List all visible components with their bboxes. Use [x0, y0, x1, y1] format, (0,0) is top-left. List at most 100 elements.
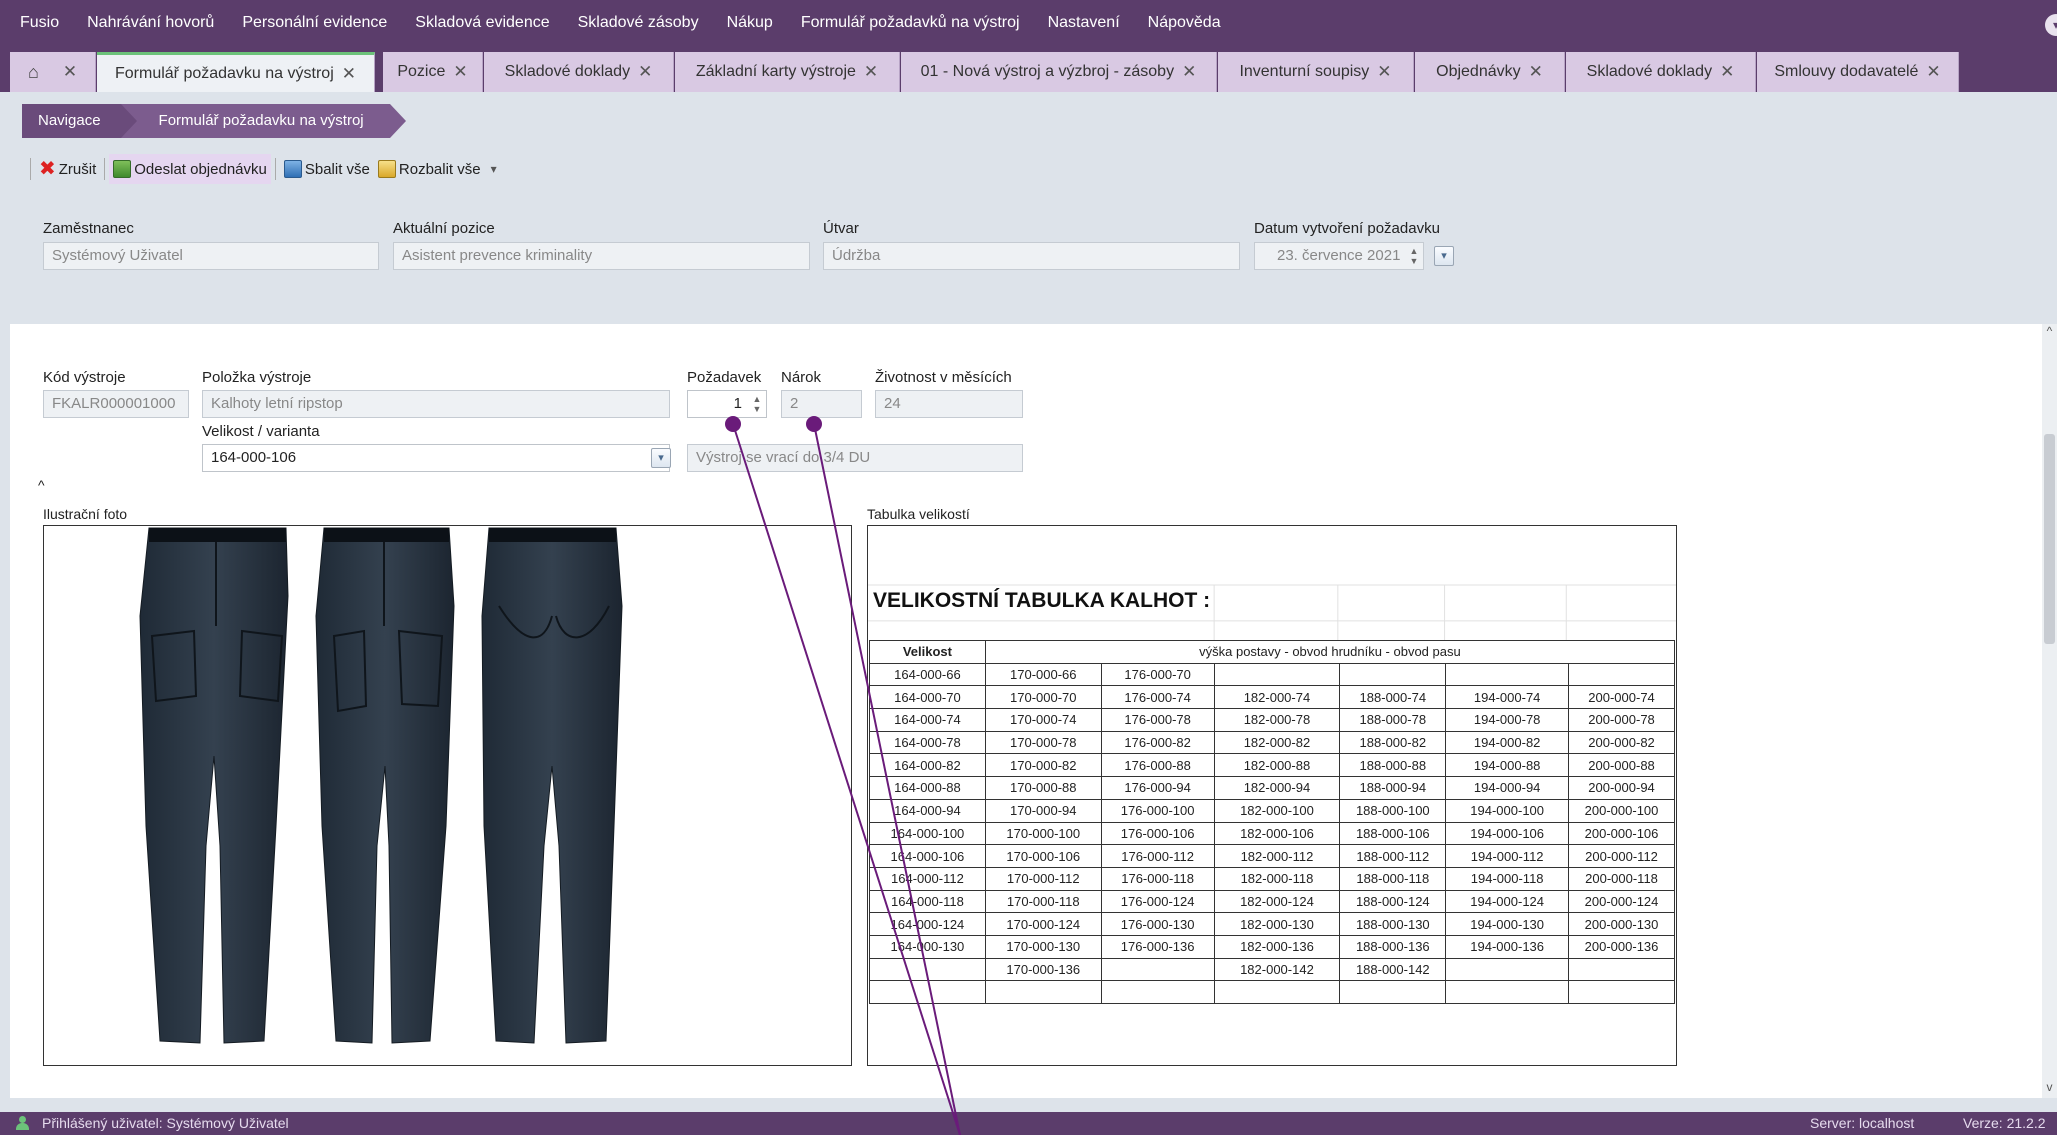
- menu-warehouse-records[interactable]: Skladová evidence: [401, 0, 563, 46]
- request-spinner-icon[interactable]: ▲ ▼: [750, 394, 764, 414]
- table-row: 164-000-100 170-000-100 176-000-106 182-000…: [869, 821, 1675, 846]
- date-field[interactable]: 23. července 2021 ▲ ▼: [1254, 242, 1424, 270]
- request-label: Požadavek: [687, 369, 762, 386]
- tab-stock-documents-2[interactable]: Skladové doklady ✕: [1566, 52, 1756, 92]
- table-cell: 164-000-124: [869, 912, 986, 936]
- vertical-scrollbar[interactable]: ^ v: [2042, 324, 2057, 1098]
- menu-equipment-requests[interactable]: Formulář požadavků na výstroj: [787, 0, 1034, 46]
- table-cell: 176-000-100: [1100, 798, 1215, 823]
- table-cell: 170-000-136: [984, 957, 1102, 982]
- table-row: 164-000-94 170-000-94 176-000-100 182-000-1…: [869, 798, 1675, 823]
- employee-label: Zaměstnanec: [43, 220, 134, 237]
- menu-warehouse-stock[interactable]: Skladové zásoby: [564, 0, 713, 46]
- table-cell: 164-000-78: [869, 730, 986, 755]
- table-cell: 164-000-94: [869, 798, 986, 823]
- table-cell: 182-000-124: [1213, 889, 1341, 914]
- menu-help[interactable]: Nápověda: [1134, 0, 1235, 46]
- variant-select[interactable]: 164-000-106: [202, 444, 670, 472]
- close-icon[interactable]: ✕: [1529, 62, 1543, 82]
- tab-stock-documents[interactable]: Skladové doklady ✕: [484, 52, 674, 92]
- close-icon[interactable]: ✕: [1182, 62, 1196, 82]
- collapse-all-button[interactable]: Sbalit vše: [280, 154, 374, 184]
- close-icon[interactable]: ✕: [1926, 62, 1940, 82]
- table-cell: 194-000-94: [1445, 776, 1570, 800]
- scroll-down-icon[interactable]: v: [2042, 1080, 2057, 1098]
- table-cell: 200-000-136: [1568, 934, 1675, 959]
- tab-label: Formulář požadavku na výstroj: [114, 64, 334, 82]
- position-label: Aktuální pozice: [393, 220, 495, 237]
- table-cell: [1568, 980, 1675, 1004]
- expand-all-button[interactable]: Rozbalit vše: [374, 154, 485, 184]
- menu-personnel[interactable]: Personální evidence: [228, 0, 401, 46]
- close-icon[interactable]: ✕: [1720, 62, 1734, 82]
- size-column-header: Velikost: [869, 640, 986, 664]
- collapse-all-label: Sbalit vše: [304, 160, 370, 178]
- close-icon[interactable]: ✕: [864, 62, 878, 82]
- send-order-button[interactable]: Odeslat objednávku: [109, 154, 271, 184]
- close-icon[interactable]: ✕: [63, 62, 77, 82]
- close-icon[interactable]: ✕: [342, 64, 356, 84]
- toolbar-overflow-icon[interactable]: ▾: [491, 162, 497, 176]
- table-cell: 164-000-100: [869, 821, 986, 846]
- size-caption-header: výška postavy - obvod hrudníku - obvod p…: [984, 640, 1676, 664]
- table-row: 164-000-130 170-000-130 176-000-136 182-000…: [869, 934, 1675, 959]
- table-cell: [869, 980, 986, 1004]
- unit-label: Útvar: [823, 220, 859, 237]
- size-table-image: VELIKOSTNÍ TABULKA KALHOT : Velikost výš…: [867, 525, 1677, 1066]
- tab-equipment-request[interactable]: Formulář požadavku na výstroj ✕: [97, 52, 375, 92]
- request-quantity-value: 1: [733, 395, 742, 412]
- table-cell: [1445, 957, 1570, 982]
- request-quantity-field[interactable]: 1 ▲ ▼: [687, 390, 767, 418]
- table-cell: 176-000-118: [1100, 866, 1215, 891]
- table-cell: 188-000-112: [1339, 844, 1447, 868]
- menu-settings[interactable]: Nastavení: [1034, 0, 1134, 46]
- table-cell: 176-000-70: [1100, 662, 1215, 687]
- table-cell: 194-000-74: [1445, 685, 1570, 710]
- tab-orders[interactable]: Objednávky ✕: [1415, 52, 1565, 92]
- table-row: 164-000-112 170-000-112 176-000-118 182-000…: [869, 866, 1675, 891]
- scroll-thumb[interactable]: [2044, 434, 2055, 644]
- table-row: 164-000-70 170-000-70 176-000-74 182-000-74…: [869, 685, 1675, 710]
- table-cell: 188-000-82: [1339, 730, 1447, 755]
- tab-new-equipment-stock[interactable]: 01 - Nová výstroj a výzbroj - zásoby ✕: [901, 52, 1217, 92]
- main-menu-bar: Fusio Nahrávání hovorů Personální eviden…: [0, 0, 2057, 46]
- table-cell: 176-000-124: [1100, 889, 1215, 914]
- tab-positions[interactable]: Pozice ✕: [383, 52, 483, 92]
- table-cell: 188-000-106: [1339, 821, 1447, 846]
- menu-call-recording[interactable]: Nahrávání hovorů: [73, 0, 228, 46]
- table-cell: 200-000-118: [1568, 866, 1675, 891]
- cancel-button[interactable]: ✖ Zrušit: [35, 154, 100, 184]
- tab-home[interactable]: ⌂ ✕: [10, 52, 96, 92]
- tab-supplier-contracts[interactable]: Smlouvy dodavatelé ✕: [1757, 52, 1959, 92]
- item-code-field: FKALR000001000: [43, 390, 189, 418]
- table-cell: 182-000-88: [1213, 753, 1341, 778]
- breadcrumb-navigation[interactable]: Navigace: [22, 104, 137, 138]
- user-menu-icon[interactable]: ▾: [2045, 14, 2057, 36]
- table-cell: 176-000-106: [1100, 821, 1215, 846]
- close-icon[interactable]: ✕: [453, 62, 467, 82]
- close-icon[interactable]: ✕: [638, 62, 652, 82]
- illustration-photo: [43, 525, 852, 1066]
- menu-purchase[interactable]: Nákup: [713, 0, 787, 46]
- table-cell: 170-000-100: [984, 821, 1102, 846]
- date-spinner-icon[interactable]: ▲ ▼: [1407, 246, 1421, 266]
- variant-dropdown-icon[interactable]: ▾: [651, 448, 671, 468]
- table-cell: 188-000-88: [1339, 753, 1447, 778]
- menu-fusio[interactable]: Fusio: [0, 0, 73, 46]
- logged-user-text: Přihlášený uživatel: Systémový Uživatel: [42, 1115, 289, 1131]
- table-cell: 200-000-100: [1568, 798, 1675, 823]
- table-cell: 170-000-82: [984, 753, 1102, 778]
- scroll-up-icon[interactable]: ^: [2042, 324, 2057, 342]
- table-cell: 182-000-142: [1213, 957, 1341, 982]
- table-cell: 170-000-78: [984, 730, 1102, 755]
- table-cell: 182-000-94: [1213, 776, 1341, 800]
- table-cell: 194-000-82: [1445, 730, 1570, 755]
- home-icon: ⌂: [27, 61, 39, 82]
- tab-inventory-lists[interactable]: Inventurní soupisy ✕: [1218, 52, 1414, 92]
- table-cell: 170-000-106: [984, 844, 1102, 868]
- tab-equipment-cards[interactable]: Základní karty výstroje ✕: [675, 52, 900, 92]
- date-dropdown-button[interactable]: ▾: [1434, 246, 1454, 266]
- collapse-section-icon[interactable]: ^: [38, 477, 45, 493]
- close-icon[interactable]: ✕: [1377, 62, 1391, 82]
- size-table: Velikost výška postavy - obvod hrudníku …: [869, 640, 1676, 1004]
